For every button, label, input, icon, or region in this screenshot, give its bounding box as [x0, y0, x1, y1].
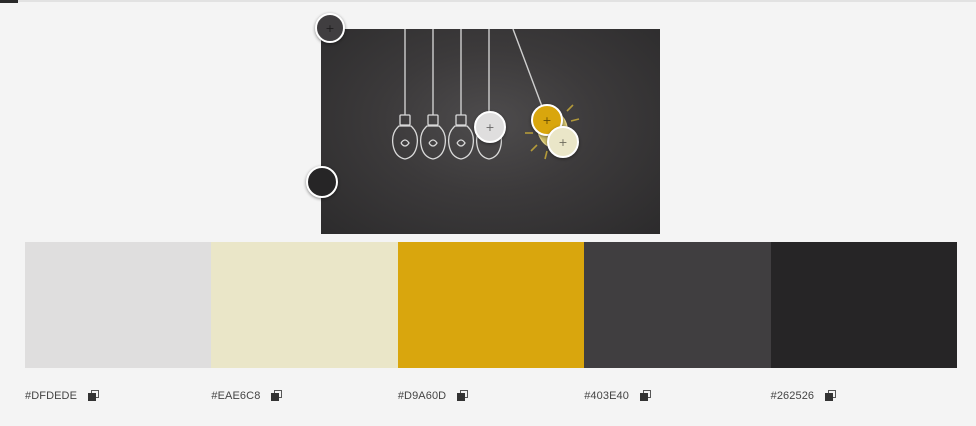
palette-swatches — [25, 242, 958, 368]
hex-value: #EAE6C8 — [211, 390, 261, 402]
copy-icon[interactable] — [271, 390, 283, 402]
hex-value: #DFDEDE — [25, 390, 78, 402]
plus-icon: + — [325, 21, 335, 35]
plus-icon: + — [485, 120, 495, 134]
active-tab-indicator — [0, 0, 18, 3]
color-picker-handle-eae6c8[interactable]: + — [547, 126, 579, 158]
copy-icon[interactable] — [639, 390, 652, 402]
bulb-1 — [391, 114, 419, 160]
copy-icon[interactable] — [88, 390, 100, 402]
hex-value: #D9A60D — [397, 390, 447, 402]
hex-label-1: #DFDEDE — [25, 386, 211, 406]
plus-icon: + — [558, 135, 568, 149]
plus-icon: + — [542, 113, 552, 127]
hex-label-5: #262526 — [771, 386, 957, 406]
hex-label-2: #EAE6C8 — [211, 386, 397, 406]
swatch-4[interactable] — [584, 242, 771, 368]
swatch-5[interactable] — [770, 242, 958, 368]
top-divider — [0, 0, 976, 2]
bulb-2 — [419, 114, 447, 160]
copy-icon[interactable] — [825, 390, 837, 402]
hex-label-3: #D9A60D — [398, 386, 584, 406]
color-picker-handle-dfdede[interactable]: + — [474, 111, 506, 143]
swatch-1[interactable] — [25, 242, 212, 368]
hex-label-4: #403E40 — [584, 386, 770, 406]
swatch-2[interactable] — [211, 242, 398, 368]
copy-icon[interactable] — [457, 390, 469, 402]
color-picker-handle-403e40[interactable]: + — [315, 13, 345, 43]
color-picker-handle-262526[interactable] — [306, 166, 338, 198]
palette-hex-labels: #DFDEDE #EAE6C8 #D9A60D #403E40 #262526 — [25, 386, 957, 406]
swatch-3[interactable] — [397, 242, 585, 368]
bulb-3 — [447, 114, 475, 160]
hex-value: #403E40 — [584, 390, 629, 402]
hex-value: #262526 — [770, 390, 815, 402]
